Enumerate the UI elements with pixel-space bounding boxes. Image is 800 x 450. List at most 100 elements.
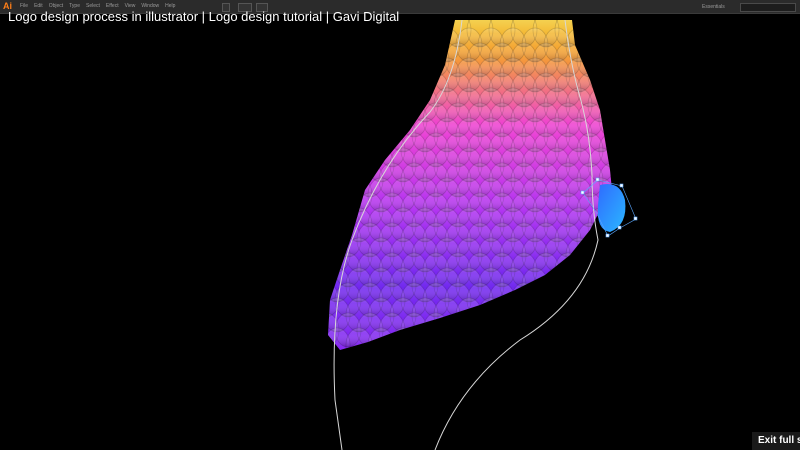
- feather-scale[interactable]: [367, 57, 395, 93]
- feather-scale[interactable]: [345, 27, 373, 63]
- feather-scale[interactable]: [621, 103, 647, 137]
- feather-scale[interactable]: [334, 42, 362, 78]
- feather-scale[interactable]: [532, 312, 560, 348]
- feather-scale[interactable]: [621, 133, 647, 167]
- feather-scale[interactable]: [510, 282, 538, 318]
- feather-scale[interactable]: [621, 283, 647, 317]
- feather-scale[interactable]: [554, 312, 582, 348]
- feather-scale[interactable]: [313, 132, 340, 168]
- feather-scale[interactable]: [576, 282, 604, 318]
- feather-scale[interactable]: [621, 223, 647, 257]
- feather-scale[interactable]: [356, 102, 384, 138]
- feather-scale[interactable]: [598, 252, 625, 288]
- feather-scale[interactable]: [313, 162, 340, 198]
- feather-scale[interactable]: [313, 72, 340, 108]
- feather-scale[interactable]: [345, 87, 373, 123]
- feather-scale[interactable]: [565, 297, 593, 333]
- feather-scale[interactable]: [632, 88, 658, 122]
- feather-scale[interactable]: [367, 327, 395, 362]
- feather-scale[interactable]: [378, 42, 406, 78]
- feather-scale[interactable]: [587, 27, 614, 63]
- feather-scale[interactable]: [621, 73, 647, 107]
- feather-scale[interactable]: [499, 297, 527, 333]
- feather-scale[interactable]: [621, 163, 647, 197]
- feather-scale[interactable]: [554, 252, 582, 288]
- feather-scale[interactable]: [543, 267, 571, 303]
- feather-scale[interactable]: [324, 57, 351, 93]
- feather-scale[interactable]: [632, 208, 658, 242]
- help-search-input[interactable]: [740, 3, 796, 12]
- feather-scale[interactable]: [510, 312, 538, 348]
- feather-scale[interactable]: [378, 72, 406, 108]
- feather-scale[interactable]: [632, 58, 658, 92]
- feather-scale[interactable]: [565, 327, 593, 362]
- feather-scale[interactable]: [356, 72, 384, 108]
- feather-scale[interactable]: [400, 13, 428, 48]
- feather-scale[interactable]: [521, 327, 549, 362]
- feather-scale[interactable]: [313, 192, 340, 228]
- feather-scale[interactable]: [444, 312, 472, 348]
- feather-scale[interactable]: [466, 312, 494, 348]
- feather-scale[interactable]: [324, 27, 351, 63]
- workspace-switcher[interactable]: Essentials: [702, 3, 725, 11]
- feather-scale[interactable]: [609, 297, 636, 333]
- feather-scale[interactable]: [632, 268, 658, 302]
- feather-scale[interactable]: [621, 13, 647, 47]
- feather-scale[interactable]: [609, 87, 636, 123]
- feather-scale[interactable]: [543, 297, 571, 333]
- feather-scale[interactable]: [334, 132, 362, 168]
- feather-scale[interactable]: [609, 237, 636, 273]
- feather-scale[interactable]: [433, 327, 461, 362]
- artboard-canvas[interactable]: [0, 0, 800, 450]
- feather-scale[interactable]: [621, 253, 647, 287]
- feather-scale[interactable]: [324, 147, 351, 183]
- feather-scale[interactable]: [313, 252, 340, 288]
- feather-scale[interactable]: [598, 72, 625, 108]
- feather-scale[interactable]: [400, 312, 428, 348]
- feather-scale[interactable]: [632, 238, 658, 272]
- feather-scale[interactable]: [543, 327, 571, 362]
- feather-scale[interactable]: [632, 118, 658, 152]
- feather-scale[interactable]: [345, 147, 373, 183]
- feather-scale[interactable]: [598, 13, 625, 48]
- feather-scale[interactable]: [532, 282, 560, 318]
- feather-scale[interactable]: [521, 267, 549, 303]
- feather-scale[interactable]: [356, 42, 384, 78]
- feather-scale[interactable]: [609, 27, 636, 63]
- feather-scale[interactable]: [632, 28, 658, 62]
- feather-scale[interactable]: [576, 13, 604, 48]
- feather-scale[interactable]: [411, 327, 439, 362]
- feather-scale[interactable]: [587, 267, 614, 303]
- feather-scale[interactable]: [324, 207, 351, 243]
- feather-scale[interactable]: [345, 117, 373, 153]
- feather-scale[interactable]: [324, 177, 351, 213]
- feather-scale[interactable]: [422, 13, 450, 48]
- feather-scale[interactable]: [609, 267, 636, 303]
- exit-fullscreen-button[interactable]: Exit full sc: [752, 432, 800, 450]
- feather-scale[interactable]: [621, 313, 647, 347]
- feather-scale[interactable]: [411, 27, 439, 63]
- feather-scale[interactable]: [324, 117, 351, 153]
- feather-scale[interactable]: [334, 102, 362, 138]
- feather-scale[interactable]: [334, 72, 362, 108]
- feather-scale[interactable]: [313, 102, 340, 138]
- feather-scale[interactable]: [587, 327, 614, 362]
- feather-scale[interactable]: [324, 87, 351, 123]
- feather-scale[interactable]: [400, 72, 428, 108]
- feather-scale[interactable]: [367, 87, 395, 123]
- feather-scale[interactable]: [411, 57, 439, 93]
- feather-scale[interactable]: [422, 312, 450, 348]
- feather-scale[interactable]: [609, 327, 636, 362]
- feather-scale[interactable]: [621, 43, 647, 77]
- feather-scale[interactable]: [313, 42, 340, 78]
- feather-scale[interactable]: [521, 297, 549, 333]
- feather-scale[interactable]: [455, 297, 483, 333]
- feather-scale[interactable]: [587, 237, 614, 273]
- feather-scale[interactable]: [587, 297, 614, 333]
- feather-scale[interactable]: [389, 87, 417, 123]
- feather-scale[interactable]: [598, 312, 625, 348]
- feather-scale[interactable]: [598, 282, 625, 318]
- feather-scale[interactable]: [356, 132, 384, 168]
- feather-scale[interactable]: [345, 327, 373, 362]
- feather-scale[interactable]: [632, 178, 658, 212]
